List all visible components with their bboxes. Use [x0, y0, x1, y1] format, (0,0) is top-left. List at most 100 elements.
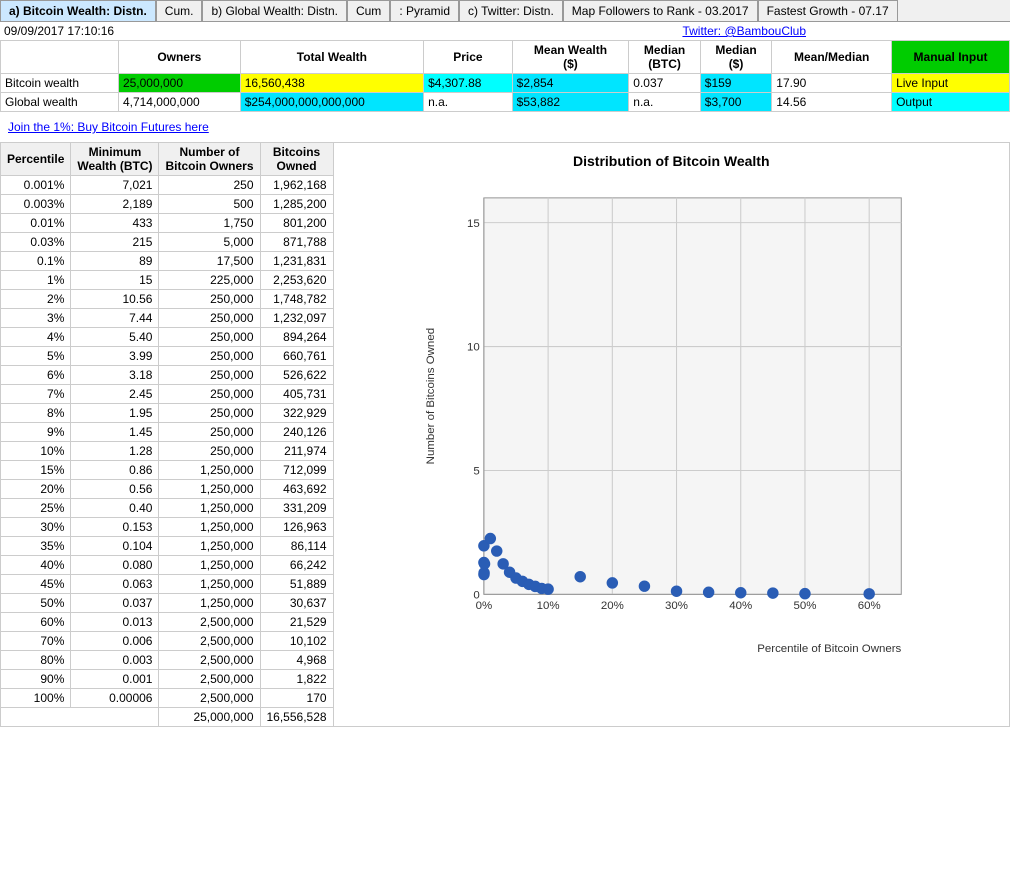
cell-num-owners: 5,000 [159, 233, 260, 252]
bitcoin-mean-median: 17.90 [772, 74, 892, 93]
cell-percentile: 4% [1, 328, 71, 347]
cell-num-owners: 250,000 [159, 442, 260, 461]
cell-min-wealth: 0.003 [71, 651, 159, 670]
cell-btc-owned: 712,099 [260, 461, 333, 480]
cell-num-owners: 1,250,000 [159, 594, 260, 613]
cell-btc-owned: 30,637 [260, 594, 333, 613]
tab-pyramid[interactable]: : Pyramid [390, 0, 459, 21]
cell-btc-owned: 1,748,782 [260, 290, 333, 309]
svg-text:0%: 0% [475, 600, 492, 612]
cell-percentile: 1% [1, 271, 71, 290]
cell-percentile: 35% [1, 537, 71, 556]
cell-num-owners: 2,500,000 [159, 689, 260, 708]
cell-min-wealth: 0.001 [71, 670, 159, 689]
tab-global-wealth[interactable]: b) Global Wealth: Distn. [202, 0, 347, 21]
cell-min-wealth: 215 [71, 233, 159, 252]
cell-num-owners: 1,250,000 [159, 480, 260, 499]
global-mean: $53,882 [512, 93, 629, 112]
cell-percentile: 45% [1, 575, 71, 594]
cell-percentile: 20% [1, 480, 71, 499]
cell-num-owners: 1,250,000 [159, 499, 260, 518]
global-median-usd: $3,700 [700, 93, 771, 112]
cell-percentile: 50% [1, 594, 71, 613]
cell-num-owners: 225,000 [159, 271, 260, 290]
bitcoin-row: Bitcoin wealth 25,000,000 16,560,438 $4,… [1, 74, 1010, 93]
cell-percentile: 15% [1, 461, 71, 480]
col-mean-wealth: Mean Wealth($) [512, 41, 629, 74]
cell-btc-owned: 871,788 [260, 233, 333, 252]
table-row: 3% 7.44 250,000 1,232,097 [1, 309, 334, 328]
nav-tabs: a) Bitcoin Wealth: Distn. Cum. b) Global… [0, 0, 1010, 22]
cell-btc-owned: 331,209 [260, 499, 333, 518]
cell-percentile: 90% [1, 670, 71, 689]
cell-num-owners: 250,000 [159, 328, 260, 347]
cell-percentile: 6% [1, 366, 71, 385]
cell-btc-owned: 4,968 [260, 651, 333, 670]
cell-min-wealth: 0.104 [71, 537, 159, 556]
col-manual-input: Manual Input [892, 41, 1010, 74]
cell-min-wealth: 1.95 [71, 404, 159, 423]
cell-percentile: 0.03% [1, 233, 71, 252]
cell-min-wealth: 0.063 [71, 575, 159, 594]
cell-min-wealth: 0.153 [71, 518, 159, 537]
svg-text:40%: 40% [729, 600, 752, 612]
svg-text:5: 5 [473, 466, 479, 478]
bitcoin-owners: 25,000,000 [118, 74, 240, 93]
cell-btc-owned: 240,126 [260, 423, 333, 442]
twitter-link[interactable]: Twitter: @BambouClub [682, 24, 806, 38]
cell-percentile: 60% [1, 613, 71, 632]
tab-cum2[interactable]: Cum [347, 0, 390, 21]
global-median-btc: n.a. [629, 93, 700, 112]
cell-num-owners: 2,500,000 [159, 651, 260, 670]
cell-btc-owned: 894,264 [260, 328, 333, 347]
global-mean-median: 14.56 [772, 93, 892, 112]
tab-bitcoin-wealth[interactable]: a) Bitcoin Wealth: Distn. [0, 0, 156, 21]
cell-btc-owned: 126,963 [260, 518, 333, 537]
cell-percentile: 9% [1, 423, 71, 442]
col-mean-median: Mean/Median [772, 41, 892, 74]
cell-num-owners: 250,000 [159, 423, 260, 442]
table-row: 8% 1.95 250,000 322,929 [1, 404, 334, 423]
tab-map[interactable]: Map Followers to Rank - 03.2017 [563, 0, 758, 21]
chart-area: 0510150%10%20%30%40%50%60%Number of Bitc… [344, 177, 999, 657]
cell-min-wealth: 433 [71, 214, 159, 233]
table-row: 0.001% 7,021 250 1,962,168 [1, 176, 334, 195]
global-label: Global wealth [1, 93, 119, 112]
cell-percentile: 8% [1, 404, 71, 423]
cell-percentile: 0.003% [1, 195, 71, 214]
table-row: 7% 2.45 250,000 405,731 [1, 385, 334, 404]
svg-text:Number of Bitcoins Owned: Number of Bitcoins Owned [424, 328, 436, 464]
global-input-type: Output [892, 93, 1010, 112]
cell-min-wealth: 89 [71, 252, 159, 271]
table-row: 20% 0.56 1,250,000 463,692 [1, 480, 334, 499]
cell-min-wealth: 5.40 [71, 328, 159, 347]
table-row: 80% 0.003 2,500,000 4,968 [1, 651, 334, 670]
cell-min-wealth: 1.28 [71, 442, 159, 461]
bitcoin-median-btc: 0.037 [629, 74, 700, 93]
table-row: 10% 1.28 250,000 211,974 [1, 442, 334, 461]
cell-percentile: 0.001% [1, 176, 71, 195]
table-row: 90% 0.001 2,500,000 1,822 [1, 670, 334, 689]
cell-btc-owned: 211,974 [260, 442, 333, 461]
join-link-container: Join the 1%: Buy Bitcoin Futures here [0, 112, 1010, 142]
global-row: Global wealth 4,714,000,000 $254,000,000… [1, 93, 1010, 112]
cell-percentile: 40% [1, 556, 71, 575]
tab-cum1[interactable]: Cum. [156, 0, 203, 21]
tab-fastest-growth[interactable]: Fastest Growth - 07.17 [758, 0, 898, 21]
global-owners: 4,714,000,000 [118, 93, 240, 112]
cell-btc-owned: 86,114 [260, 537, 333, 556]
cell-btc-owned: 463,692 [260, 480, 333, 499]
join-link[interactable]: Join the 1%: Buy Bitcoin Futures here [4, 116, 213, 138]
cell-btc-owned: 1,822 [260, 670, 333, 689]
cell-btc-owned: 405,731 [260, 385, 333, 404]
cell-btc-owned: 2,253,620 [260, 271, 333, 290]
table-row: 100% 0.00006 2,500,000 170 [1, 689, 334, 708]
bitcoin-label: Bitcoin wealth [1, 74, 119, 93]
cell-min-wealth: 0.080 [71, 556, 159, 575]
content-area: Percentile MinimumWealth (BTC) Number of… [0, 142, 1010, 727]
tab-twitter[interactable]: c) Twitter: Distn. [459, 0, 563, 21]
cell-min-wealth: 7,021 [71, 176, 159, 195]
cell-num-owners: 1,250,000 [159, 575, 260, 594]
totals-label [1, 708, 159, 727]
table-row: 6% 3.18 250,000 526,622 [1, 366, 334, 385]
